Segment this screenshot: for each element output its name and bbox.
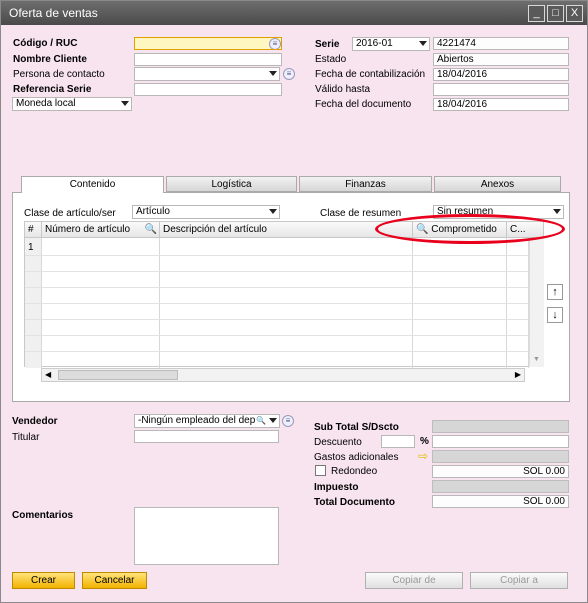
serie-label: Serie <box>315 39 340 50</box>
chevron-down-icon <box>553 209 561 214</box>
redondeo-checkbox[interactable] <box>315 465 326 476</box>
fecha-contab-label: Fecha de contabilización <box>315 69 426 80</box>
tab-logistica[interactable]: Logística <box>166 176 297 192</box>
search-icon: 🔍 <box>144 224 157 235</box>
sales-quote-window: Oferta de ventas _ □ X Código / RUC ≡ No… <box>0 0 588 603</box>
subtotal-field <box>432 420 569 433</box>
tab-finanzas[interactable]: Finanzas <box>299 176 432 192</box>
scroll-down-icon[interactable]: ▼ <box>533 356 540 363</box>
codigo-input[interactable]: ≡ <box>134 37 282 50</box>
referencia-input[interactable] <box>134 83 282 96</box>
row-line <box>25 335 529 336</box>
move-down-button[interactable]: ↓ <box>547 307 563 323</box>
copiar-a-button[interactable]: Copiar a <box>470 572 568 589</box>
moneda-select[interactable]: Moneda local <box>12 97 132 111</box>
window-title: Oferta de ventas <box>9 6 98 20</box>
persona-select[interactable] <box>134 67 280 81</box>
descuento-label: Descuento <box>314 437 362 448</box>
nombre-label: Nombre Cliente <box>13 54 87 65</box>
gastos-label: Gastos adicionales <box>314 452 399 463</box>
redondeo-label: Redondeo <box>331 466 378 477</box>
minimize-button[interactable]: _ <box>528 5 545 22</box>
total-field: SOL 0.00 <box>432 495 569 508</box>
close-button[interactable]: X <box>566 5 583 22</box>
fecha-doc-label: Fecha del documento <box>315 99 412 110</box>
chevron-down-icon <box>269 71 277 76</box>
clase-articulo-label: Clase de artículo/ser <box>24 208 116 219</box>
scroll-right-icon[interactable]: ▶ <box>515 370 521 379</box>
chevron-down-icon <box>419 41 427 46</box>
total-label: Total Documento <box>314 497 395 508</box>
search-icon: 🔍 <box>256 416 266 425</box>
grid-horizontal-scrollbar[interactable]: ◀ ▶ <box>41 368 525 382</box>
clase-resumen-label: Clase de resumen <box>320 208 402 219</box>
tab-contenido[interactable]: Contenido <box>21 176 164 193</box>
percent-sign: % <box>420 436 429 447</box>
codigo-label: Código / RUC <box>13 38 78 49</box>
gastos-field <box>432 450 569 463</box>
col-header-num[interactable]: # <box>25 222 42 238</box>
col-header-item-number-label: Número de artículo <box>45 224 131 235</box>
chevron-down-icon <box>269 209 277 214</box>
vendedor-select[interactable]: -Ningún empleado del dep 🔍 <box>134 414 280 428</box>
row-line <box>25 303 529 304</box>
serie-number[interactable]: 4221474 <box>433 37 569 50</box>
highlight-ellipse <box>375 214 565 244</box>
chevron-down-icon <box>269 418 277 423</box>
vendedor-value: -Ningún empleado del dep <box>138 415 256 426</box>
chevron-down-icon <box>121 101 129 106</box>
grid-vertical-scrollbar[interactable]: ▼ <box>529 238 544 367</box>
estado-field: Abiertos <box>433 53 569 66</box>
list-icon[interactable]: ≡ <box>269 38 281 49</box>
impuesto-label: Impuesto <box>314 482 359 493</box>
table-row-number: 1 <box>28 242 34 253</box>
comentarios-label: Comentarios <box>12 510 74 521</box>
tab-anexos[interactable]: Anexos <box>434 176 561 192</box>
serie-value: 2016-01 <box>356 38 393 49</box>
fecha-doc-input[interactable]: 18/04/2016 <box>433 98 569 111</box>
row-line <box>25 351 529 352</box>
list-icon[interactable]: ≡ <box>283 68 295 80</box>
valido-label: Válido hasta <box>315 84 371 95</box>
comentarios-textarea[interactable] <box>134 507 279 565</box>
subtotal-label: Sub Total S/Dscto <box>314 422 399 433</box>
list-icon[interactable]: ≡ <box>282 415 294 427</box>
estado-label: Estado <box>315 54 347 65</box>
redondeo-field: SOL 0.00 <box>432 465 569 478</box>
scrollbar-thumb[interactable] <box>58 370 178 380</box>
impuesto-field <box>432 480 569 493</box>
vendedor-label: Vendedor <box>12 416 58 427</box>
referencia-label: Referencia Serie <box>13 84 92 95</box>
nombre-input[interactable] <box>134 53 282 66</box>
serie-select[interactable]: 2016-01 <box>352 37 430 51</box>
col-header-item-number[interactable]: Número de artículo 🔍 <box>42 222 160 238</box>
crear-button[interactable]: Crear <box>12 572 75 589</box>
row-line <box>25 271 529 272</box>
scroll-left-icon[interactable]: ◀ <box>45 370 51 379</box>
valido-input[interactable] <box>433 83 569 96</box>
row-line <box>25 255 529 256</box>
descuento-percent-input[interactable] <box>381 435 415 448</box>
cancelar-button[interactable]: Cancelar <box>82 572 147 589</box>
moneda-value: Moneda local <box>16 98 76 109</box>
copiar-de-button[interactable]: Copiar de <box>365 572 463 589</box>
descuento-amount-input[interactable] <box>432 435 569 448</box>
row-line <box>25 319 529 320</box>
titular-input[interactable] <box>134 430 279 443</box>
row-line <box>25 287 529 288</box>
persona-label: Persona de contacto <box>13 69 105 80</box>
titular-label: Titular <box>12 432 40 443</box>
arrow-right-icon[interactable]: ⇨ <box>418 449 428 463</box>
maximize-button[interactable]: □ <box>547 5 564 22</box>
clase-articulo-value: Artículo <box>136 206 170 217</box>
clase-articulo-select[interactable]: Artículo <box>132 205 280 219</box>
title-bar[interactable]: Oferta de ventas _ □ X <box>1 1 587 25</box>
fecha-contab-input[interactable]: 18/04/2016 <box>433 68 569 81</box>
move-up-button[interactable]: ↑ <box>547 284 563 300</box>
